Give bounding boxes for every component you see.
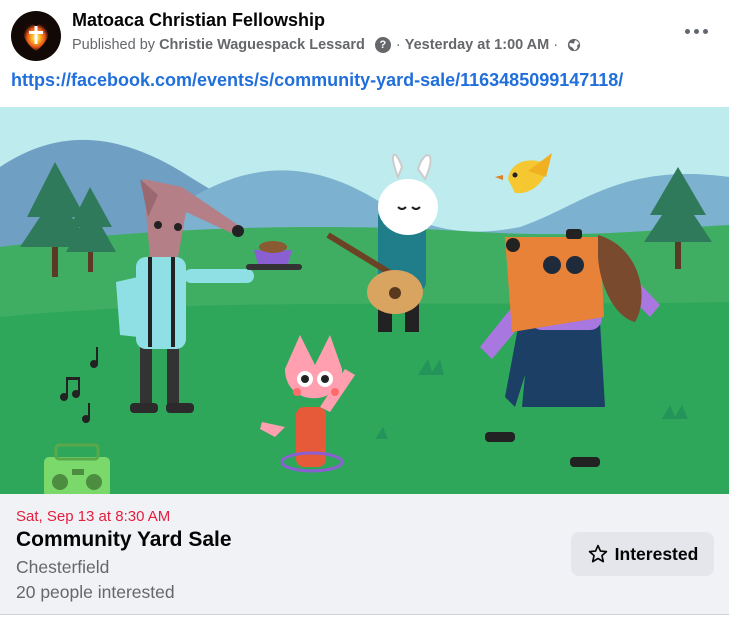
event-date: Sat, Sep 13 at 8:30 AM (16, 508, 171, 525)
interested-button[interactable]: Interested (571, 532, 714, 576)
event-illustration (0, 107, 729, 494)
event-location: Chesterfield (16, 557, 110, 577)
page-avatar[interactable] (11, 11, 61, 61)
event-cover-image[interactable] (0, 107, 729, 494)
event-card[interactable]: Sat, Sep 13 at 8:30 AM Community Yard Sa… (0, 494, 729, 615)
event-title[interactable]: Community Yard Sale (16, 528, 232, 552)
post-header: Matoaca Christian Fellowship Published b… (0, 0, 729, 64)
post-meta: Published by Christie Waguespack Lessard… (72, 37, 581, 53)
page-logo-icon (11, 11, 61, 61)
post-timestamp[interactable]: Yesterday at 1:00 AM (405, 37, 550, 53)
help-icon[interactable]: ? (374, 37, 391, 53)
event-interested-count: 20 people interested (16, 582, 175, 602)
published-by-label: Published by (72, 37, 156, 53)
star-outline-icon (588, 544, 607, 563)
page-name[interactable]: Matoaca Christian Fellowship (72, 10, 325, 31)
globe-icon[interactable] (567, 38, 581, 52)
separator: · (553, 37, 559, 53)
event-link[interactable]: https://facebook.com/events/s/community-… (11, 70, 623, 91)
more-horizontal-icon (684, 28, 690, 34)
more-options-button[interactable] (678, 16, 714, 46)
interested-label: Interested (614, 543, 699, 564)
author-link[interactable]: Christie Waguespack Lessard (159, 37, 365, 53)
